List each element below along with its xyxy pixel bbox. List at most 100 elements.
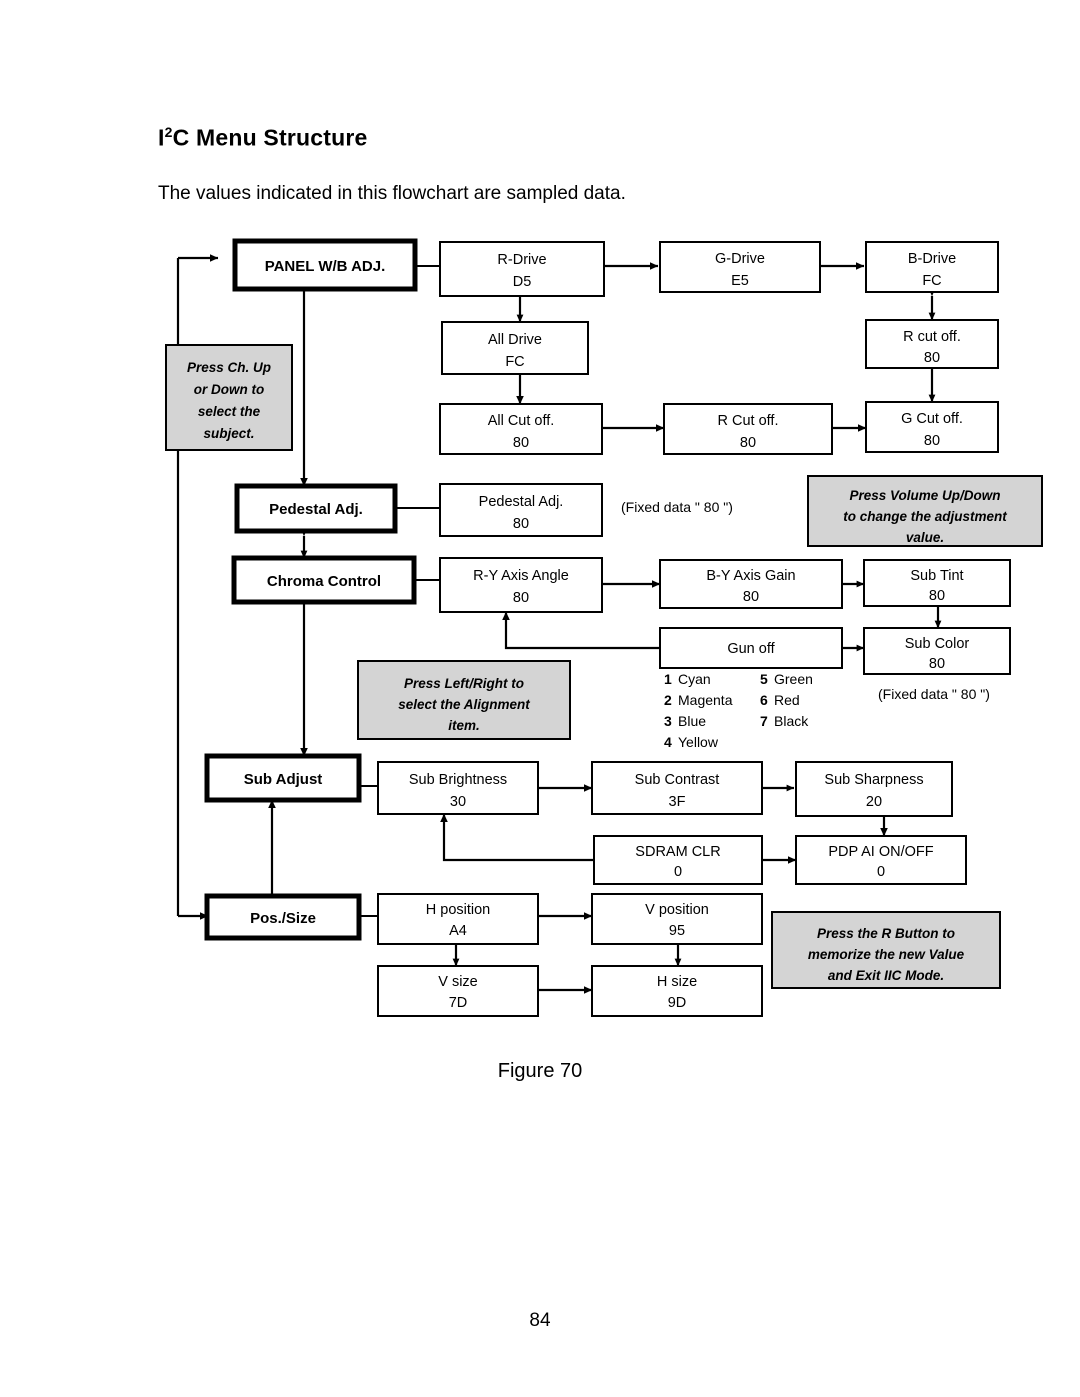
value-box-label: Sub Tint <box>910 568 963 584</box>
legend-number: 4 <box>664 734 672 750</box>
value-box-g-cut-off[interactable]: G Cut off. 80 <box>865 401 999 453</box>
menu-box-chroma-control[interactable]: Chroma Control <box>231 555 417 605</box>
note-line: memorize the new Value <box>808 947 965 962</box>
annotation-fixed-data-subcolor: (Fixed data " 80 ") <box>878 686 990 702</box>
menu-box-pos-size[interactable]: Pos./Size <box>204 893 362 941</box>
value-box-pedestal-value[interactable]: Pedestal Adj. 80 <box>439 483 603 537</box>
value-box-sub-tint[interactable]: Sub Tint 80 <box>863 559 1011 607</box>
note-box-channel: Press Ch. Up or Down to select the subje… <box>165 344 293 451</box>
value-box-label: SDRAM CLR <box>635 844 720 860</box>
legend-number: 1 <box>664 671 672 687</box>
note-line: to change the adjustment <box>843 509 1007 524</box>
value-box-label: H size <box>657 974 697 990</box>
value-box-value: A4 <box>449 923 467 939</box>
value-box-label: All Cut off. <box>488 413 555 429</box>
menu-label: Chroma Control <box>267 573 381 590</box>
value-box-b-drive[interactable]: B-Drive FC <box>865 241 999 293</box>
figure-caption: Figure 70 <box>497 1060 583 1082</box>
value-box-label: B-Drive <box>908 251 956 267</box>
note-line: select the <box>198 404 261 419</box>
value-box-label: All Drive <box>488 332 542 348</box>
value-box-label: Gun off <box>727 641 775 657</box>
menu-box-panel-wb-adj[interactable]: PANEL W/B ADJ. <box>232 238 418 292</box>
value-box-sub-color[interactable]: Sub Color 80 <box>863 627 1011 675</box>
note-line: and Exit IIC Mode. <box>828 968 944 983</box>
value-box-r-cut-off-upper[interactable]: R cut off. 80 <box>865 319 999 369</box>
legend-number: 7 <box>760 713 768 729</box>
value-box-pdp-ai[interactable]: PDP AI ON/OFF 0 <box>795 835 967 885</box>
note-line: Press Left/Right to <box>404 676 524 691</box>
value-box-label: R cut off. <box>903 329 961 345</box>
value-box-all-cut-off[interactable]: All Cut off. 80 <box>439 403 603 455</box>
value-box-label: Sub Color <box>905 636 970 652</box>
value-box-h-size[interactable]: H size 9D <box>591 965 763 1017</box>
value-box-value: 20 <box>866 794 882 810</box>
arrow-gunoff-ryaxis-loop <box>502 611 669 652</box>
gun-off-legend: 1 Cyan 2 Magenta 3 Blue 4 Yellow 5 Green… <box>664 671 813 750</box>
value-box-label: R Cut off. <box>718 413 779 429</box>
value-box-value: FC <box>922 273 941 289</box>
value-box-value: 0 <box>877 864 885 880</box>
note-line: Press Volume Up/Down <box>849 488 1000 503</box>
legend-name: Green <box>774 671 813 687</box>
value-box-label: Sub Brightness <box>409 772 507 788</box>
value-box-r-drive[interactable]: R-Drive D5 <box>439 241 605 297</box>
value-box-label: R-Drive <box>497 252 546 268</box>
value-box-value: 3F <box>669 794 686 810</box>
value-box-sub-brightness[interactable]: Sub Brightness 30 <box>377 761 539 815</box>
menu-label: Sub Adjust <box>244 771 323 788</box>
annotation-fixed-data-pedestal: (Fixed data " 80 ") <box>621 499 733 515</box>
value-box-ry-axis-angle[interactable]: R-Y Axis Angle 80 <box>439 557 603 613</box>
value-box-label: Sub Sharpness <box>824 772 923 788</box>
value-box-value: 80 <box>743 589 759 605</box>
value-box-sub-contrast[interactable]: Sub Contrast 3F <box>591 761 763 815</box>
note-line: or Down to <box>194 382 265 397</box>
value-box-sub-sharpness[interactable]: Sub Sharpness 20 <box>795 761 953 817</box>
page-number: 84 <box>529 1310 551 1331</box>
value-box-value: 80 <box>513 590 529 606</box>
note-box-leftright: Press Left/Right to select the Alignment… <box>357 660 571 740</box>
arrow-sdram-subbright-loop <box>440 813 603 864</box>
legend-name: Blue <box>678 713 706 729</box>
legend-name: Yellow <box>678 734 719 750</box>
value-box-value: E5 <box>731 273 749 289</box>
value-box-h-position[interactable]: H position A4 <box>377 893 539 945</box>
legend-name: Magenta <box>678 692 733 708</box>
note-line: Press the R Button to <box>817 926 955 941</box>
value-box-label: H position <box>426 902 490 918</box>
value-box-v-size[interactable]: V size 7D <box>377 965 539 1017</box>
value-box-label: G-Drive <box>715 251 765 267</box>
value-box-r-cut-off[interactable]: R Cut off. 80 <box>663 403 833 455</box>
value-box-label: B-Y Axis Gain <box>706 568 795 584</box>
value-box-value: 80 <box>929 588 945 604</box>
value-box-gun-off[interactable]: Gun off <box>659 627 843 669</box>
value-box-value: 0 <box>674 864 682 880</box>
value-box-value: 80 <box>924 350 940 366</box>
value-box-value: 80 <box>924 433 940 449</box>
note-line: value. <box>906 530 944 545</box>
value-box-value: 80 <box>740 435 756 451</box>
note-line: subject. <box>203 426 254 441</box>
menu-box-sub-adjust[interactable]: Sub Adjust <box>204 753 362 803</box>
i2c-menu-flowchart: PANEL W/B ADJ. Pedestal Adj. Chroma Cont… <box>165 238 1043 1017</box>
value-box-all-drive[interactable]: All Drive FC <box>441 321 589 375</box>
note-box-volume: Press Volume Up/Down to change the adjus… <box>807 475 1043 547</box>
value-box-value: 80 <box>513 516 529 532</box>
value-box-label: PDP AI ON/OFF <box>828 844 933 860</box>
note-line: Press Ch. Up <box>187 360 271 375</box>
value-box-value: 7D <box>449 995 468 1011</box>
value-box-by-axis-gain[interactable]: B-Y Axis Gain 80 <box>659 559 843 609</box>
value-box-sdram-clr[interactable]: SDRAM CLR 0 <box>593 835 763 885</box>
value-box-label: V size <box>438 974 478 990</box>
legend-number: 3 <box>664 713 672 729</box>
value-box-value: 30 <box>450 794 466 810</box>
document-page: I2C Menu Structure The values indicated … <box>0 0 1080 1397</box>
value-box-label: G Cut off. <box>901 411 963 427</box>
value-box-g-drive[interactable]: G-Drive E5 <box>659 241 821 293</box>
note-box-rbutton: Press the R Button to memorize the new V… <box>771 911 1001 989</box>
legend-name: Cyan <box>678 671 711 687</box>
value-box-label: V position <box>645 902 709 918</box>
menu-box-pedestal-adj[interactable]: Pedestal Adj. <box>234 483 398 534</box>
value-box-v-position[interactable]: V position 95 <box>591 893 763 945</box>
value-box-value: 80 <box>513 435 529 451</box>
